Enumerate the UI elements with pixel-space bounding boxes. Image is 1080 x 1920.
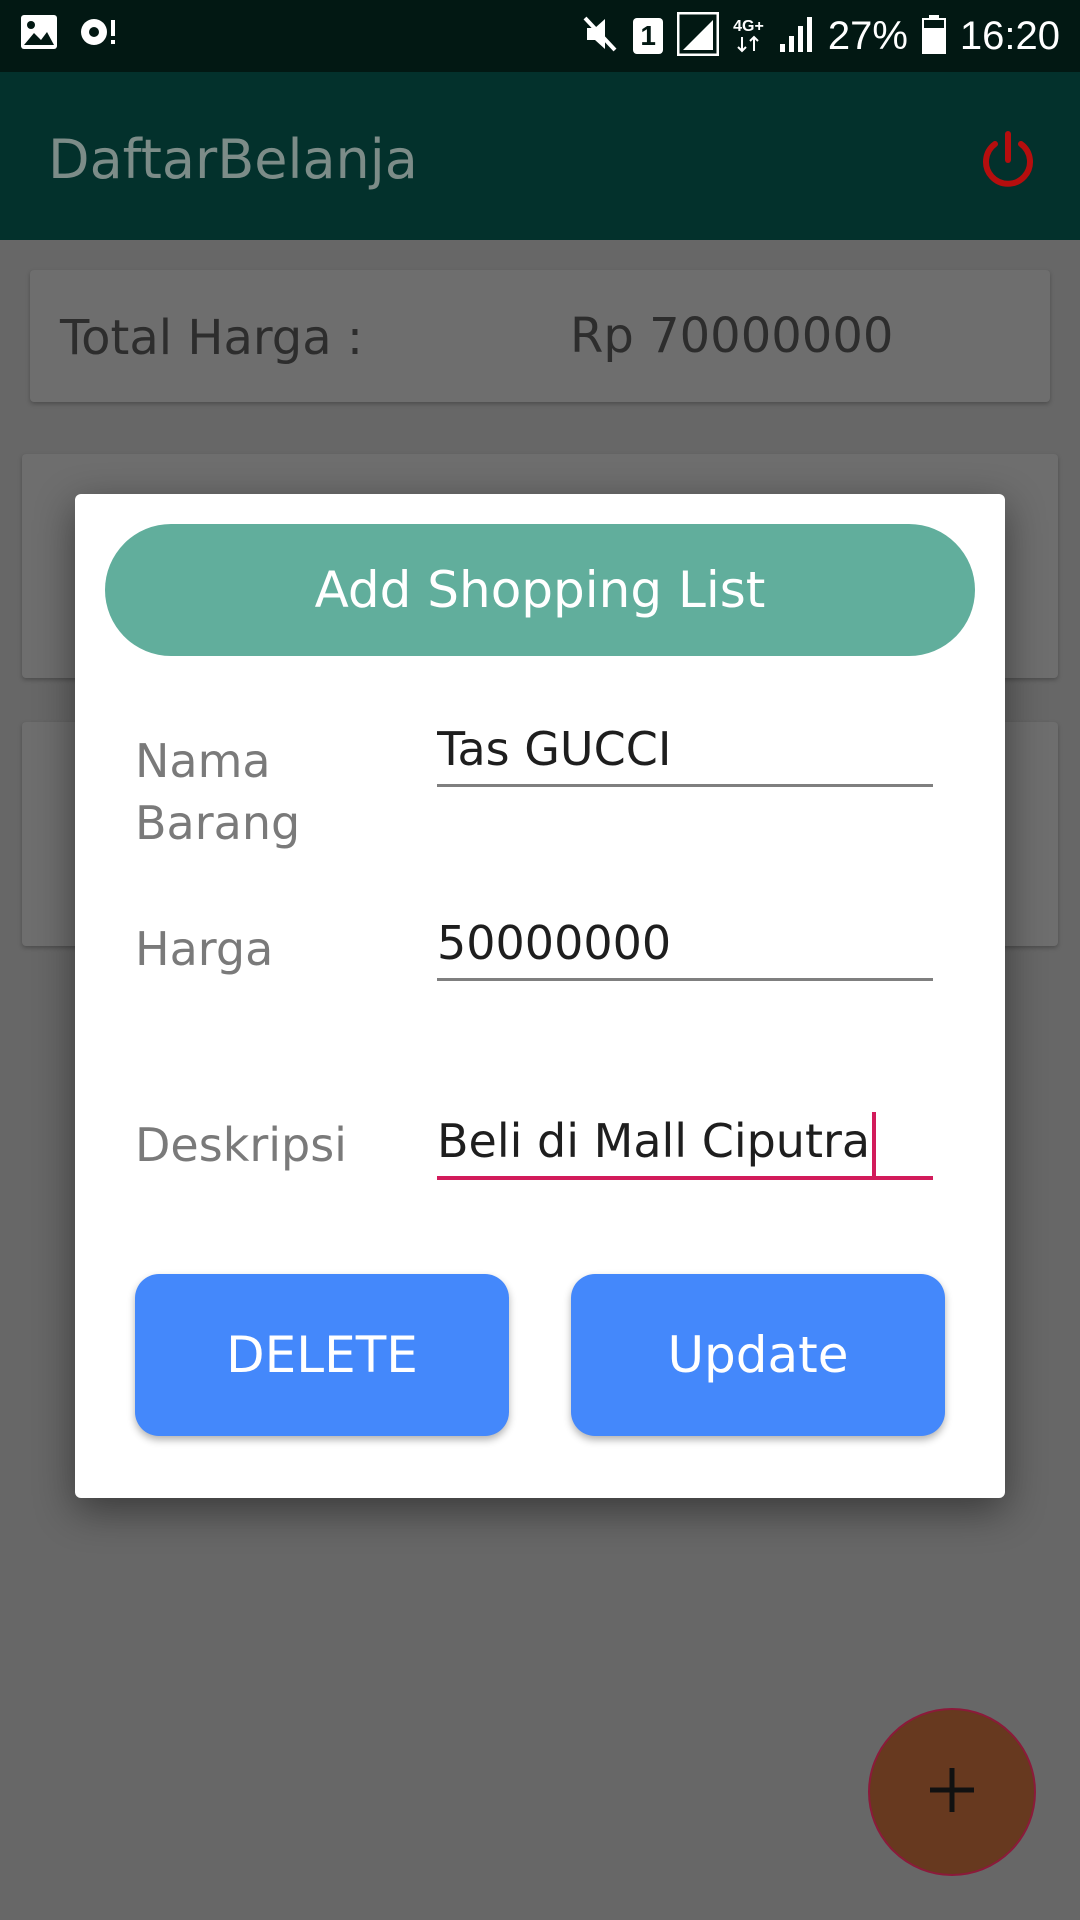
dialog-title: Add Shopping List [105,524,975,656]
signal-icon [676,11,720,60]
status-bar: 1 4G+ 27% 16:20 [0,0,1080,72]
status-right: 1 4G+ 27% 16:20 [581,10,1060,62]
battery-percent: 27% [827,13,908,58]
update-button[interactable]: Update [571,1274,945,1436]
total-value: Rp 70000000 [570,308,894,364]
sync-alert-icon [78,14,118,54]
shopping-dialog: Add Shopping List Nama Barang Tas GUCCI … [75,494,1005,1498]
nama-barang-input[interactable]: Tas GUCCI [437,714,933,787]
battery-icon [921,14,946,58]
signal-icon [778,14,814,58]
harga-input[interactable]: 50000000 [437,908,933,981]
app-title: DaftarBelanja [48,128,418,191]
add-item-button[interactable] [868,1708,1036,1876]
sim-icon: 1 [633,18,664,54]
image-icon [20,14,58,54]
data-arrows-icon: 4G+ [733,19,764,53]
text-cursor [872,1111,877,1176]
harga-label: Harga [135,922,274,976]
app-bar: DaftarBelanja [0,72,1080,240]
delete-button[interactable]: DELETE [135,1274,509,1436]
plus-icon [927,1765,977,1819]
deskripsi-input[interactable]: Beli di Mall Ciputra [437,1106,933,1180]
deskripsi-label: Deskripsi [135,1118,347,1172]
total-card: Total Harga : Rp 70000000 [30,270,1050,402]
clock: 16:20 [959,13,1060,58]
status-left [20,14,118,54]
network-type: 4G+ [733,18,764,35]
total-label: Total Harga : [60,310,364,366]
deskripsi-value: Beli di Mall Ciputra [437,1114,871,1168]
mute-icon [581,14,619,58]
power-icon [976,131,1040,196]
nama-barang-label: Nama Barang [135,734,301,850]
power-button[interactable] [976,128,1040,192]
